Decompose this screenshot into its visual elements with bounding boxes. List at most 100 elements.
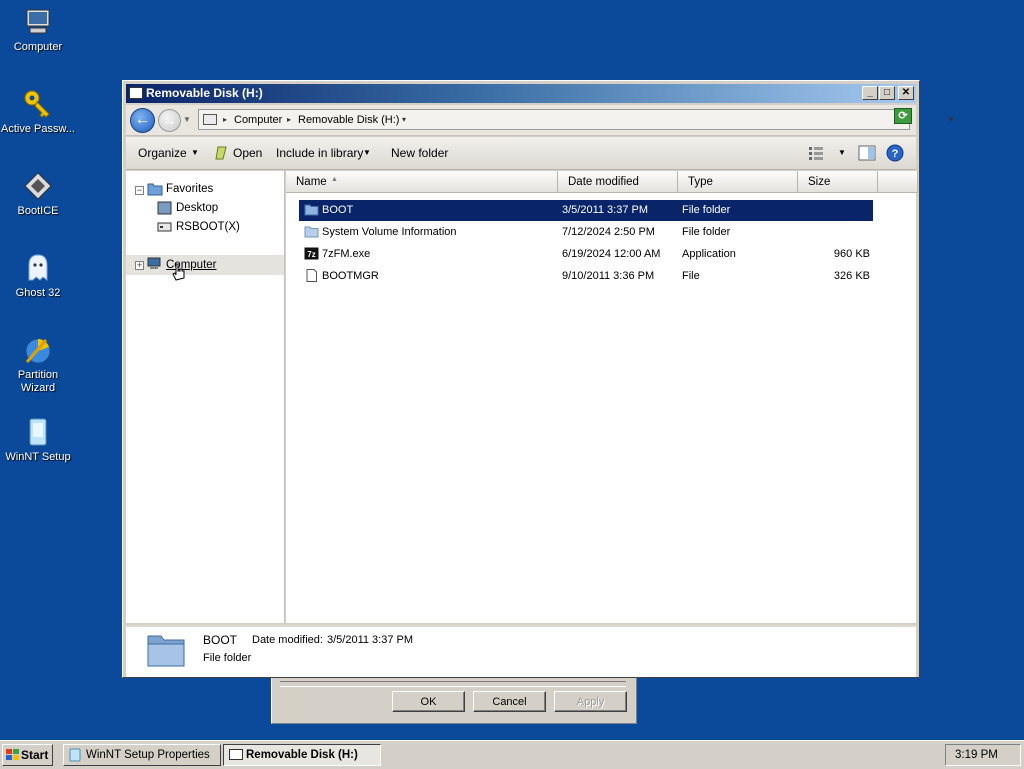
command-bar: Organize ▼ Open Include in library ▼ New… <box>126 137 916 170</box>
svg-text:?: ? <box>892 148 899 160</box>
file-name: 7zFM.exe <box>322 248 371 260</box>
chevron-down-icon[interactable]: ▼ <box>191 148 199 157</box>
desktop-icon-label: Partition Wizard <box>17 369 59 394</box>
details-type: File folder <box>203 652 252 664</box>
address-history-dropdown-icon[interactable]: ▼ <box>947 115 955 124</box>
explorer-window: Removable Disk (H:) _ □ ✕ ← → ▼ ▸ Comput… <box>122 80 955 678</box>
clock[interactable]: 3:19 PM <box>955 745 998 765</box>
winnt-setup-properties-dialog: OK Cancel Apply <box>271 676 637 724</box>
refresh-icon[interactable]: ⟳ <box>894 108 912 124</box>
desktop-icon-label: Computer <box>13 41 63 53</box>
file-type: File <box>682 270 700 282</box>
breadcrumb-computer[interactable]: Computer <box>234 114 282 126</box>
chevron-down-icon[interactable]: ▼ <box>363 148 371 157</box>
desktop-icon-ghost32[interactable]: Ghost 32 <box>0 252 76 300</box>
drive-icon <box>157 222 172 232</box>
view-options-icon[interactable] <box>808 145 824 161</box>
winnt-setup-icon <box>29 418 47 446</box>
file-size: 326 KB <box>833 270 870 282</box>
drive-icon <box>129 87 143 99</box>
recent-pages-dropdown-icon[interactable]: ▼ <box>183 115 191 124</box>
chevron-right-icon[interactable]: ▸ <box>287 115 291 124</box>
file-row-system-volume-information[interactable]: System Volume Information 7/12/2024 2:50… <box>299 222 873 243</box>
desktop-icon-active-password[interactable]: Active Passw... <box>0 88 76 136</box>
desktop-icon <box>157 201 172 215</box>
file-name: BOOT <box>322 204 354 216</box>
address-row: ← → ▼ ▸ Computer ▸ Removable Disk (H:) ▾… <box>126 105 955 136</box>
file-type: File folder <box>682 226 731 238</box>
collapse-icon[interactable]: − <box>135 186 144 195</box>
column-header-size[interactable]: Size <box>798 171 878 193</box>
taskbar-item-label: WinNT Setup Properties <box>86 749 210 761</box>
details-pane: BOOT Date modified: 3/5/2011 3:37 PM Fil… <box>126 625 916 677</box>
maximize-button[interactable]: □ <box>879 86 895 100</box>
column-date-label: Date modified <box>568 176 639 188</box>
preview-pane-icon[interactable] <box>858 145 876 161</box>
open-button[interactable]: Open <box>233 146 262 160</box>
column-header-date-modified[interactable]: Date modified <box>558 171 678 193</box>
include-in-library-button[interactable]: Include in library <box>276 146 363 160</box>
computer-icon <box>203 114 217 125</box>
file-row-7zfm[interactable]: 7z 7zFM.exe 6/19/2024 12:00 AM Applicati… <box>299 244 873 265</box>
organize-button[interactable]: Organize <box>138 146 187 160</box>
desktop-icon-label: Ghost 32 <box>15 287 61 299</box>
ok-button[interactable]: OK <box>392 691 465 712</box>
taskbar: Start WinNT Setup Properties Removable D… <box>0 740 1024 769</box>
desktop-icon-label: BootICE <box>17 205 59 217</box>
file-row-bootmgr[interactable]: BOOTMGR 9/10/2011 3:36 PM File 326 KB <box>299 266 873 287</box>
taskbar-item-winnt-setup-properties[interactable]: WinNT Setup Properties <box>63 744 221 766</box>
ghost-icon <box>28 254 48 281</box>
file-row-boot[interactable]: BOOT 3/5/2011 3:37 PM File folder <box>299 200 873 221</box>
file-type: Application <box>682 248 736 260</box>
desktop-icon-winnt-setup[interactable]: WinNT Setup <box>0 416 76 464</box>
chevron-down-icon[interactable]: ▾ <box>402 115 406 124</box>
file-type: File folder <box>682 204 731 216</box>
desktop-icon-bootice[interactable]: BootICE <box>0 170 76 218</box>
window-title: Removable Disk (H:) <box>146 86 263 100</box>
chevron-right-icon[interactable]: ▸ <box>223 115 227 124</box>
address-bar[interactable]: ▸ Computer ▸ Removable Disk (H:) ▾ ▼ <box>198 109 955 130</box>
tree-item-rsboot[interactable]: RSBOOT(X) <box>176 221 240 233</box>
forward-button[interactable]: → <box>158 109 181 132</box>
tree-item-desktop[interactable]: Desktop <box>176 202 218 214</box>
desktop-icon-label: WinNT Setup <box>5 451 71 463</box>
expand-icon[interactable]: + <box>135 261 144 270</box>
file-icon <box>306 269 317 282</box>
desktop-icon-partition-wizard[interactable]: Partition Wizard <box>0 334 76 395</box>
favorites-folder-icon <box>147 183 163 196</box>
start-label: Start <box>21 748 49 762</box>
desktop-icon-computer[interactable]: Computer <box>0 6 76 54</box>
back-button[interactable]: ← <box>130 108 155 133</box>
file-name: System Volume Information <box>322 226 457 238</box>
tree-item-favorites[interactable]: Favorites <box>166 183 213 195</box>
column-name-label: Name <box>296 176 327 188</box>
chevron-down-icon[interactable]: ▼ <box>838 148 846 157</box>
open-icon <box>215 146 227 160</box>
svg-text:7z: 7z <box>307 250 315 259</box>
start-button[interactable]: Start <box>2 744 53 766</box>
column-type-label: Type <box>688 176 713 188</box>
file-date: 3/5/2011 3:37 PM <box>562 204 649 216</box>
help-icon[interactable]: ? <box>886 144 904 162</box>
file-date: 7/12/2024 2:50 PM <box>562 226 655 238</box>
file-name: BOOTMGR <box>322 270 379 282</box>
sort-ascending-icon: ▲ <box>331 176 338 183</box>
taskbar-item-removable-disk[interactable]: Removable Disk (H:) <box>223 744 381 766</box>
column-header-type[interactable]: Type <box>678 171 798 193</box>
column-header-name[interactable]: Name ▲ <box>286 171 558 193</box>
close-button[interactable]: ✕ <box>898 86 914 100</box>
new-folder-button[interactable]: New folder <box>391 146 448 160</box>
details-name: BOOT <box>203 633 238 647</box>
minimize-button[interactable]: _ <box>862 86 878 100</box>
title-bar[interactable]: Removable Disk (H:) _ □ ✕ <box>126 84 916 103</box>
computer-icon <box>147 257 161 269</box>
bootice-icon <box>24 172 52 200</box>
file-date: 6/19/2024 12:00 AM <box>562 248 661 260</box>
apply-button[interactable]: Apply <box>554 691 627 712</box>
column-header-filler <box>878 171 918 193</box>
cancel-button[interactable]: Cancel <box>473 691 546 712</box>
7zip-icon: 7z <box>304 247 319 260</box>
details-date-value: 3/5/2011 3:37 PM <box>327 634 414 646</box>
breadcrumb-removable-disk[interactable]: Removable Disk (H:) <box>298 114 399 126</box>
navigation-pane: − Favorites Desktop RSBOOT(X) + Computer <box>126 171 285 623</box>
